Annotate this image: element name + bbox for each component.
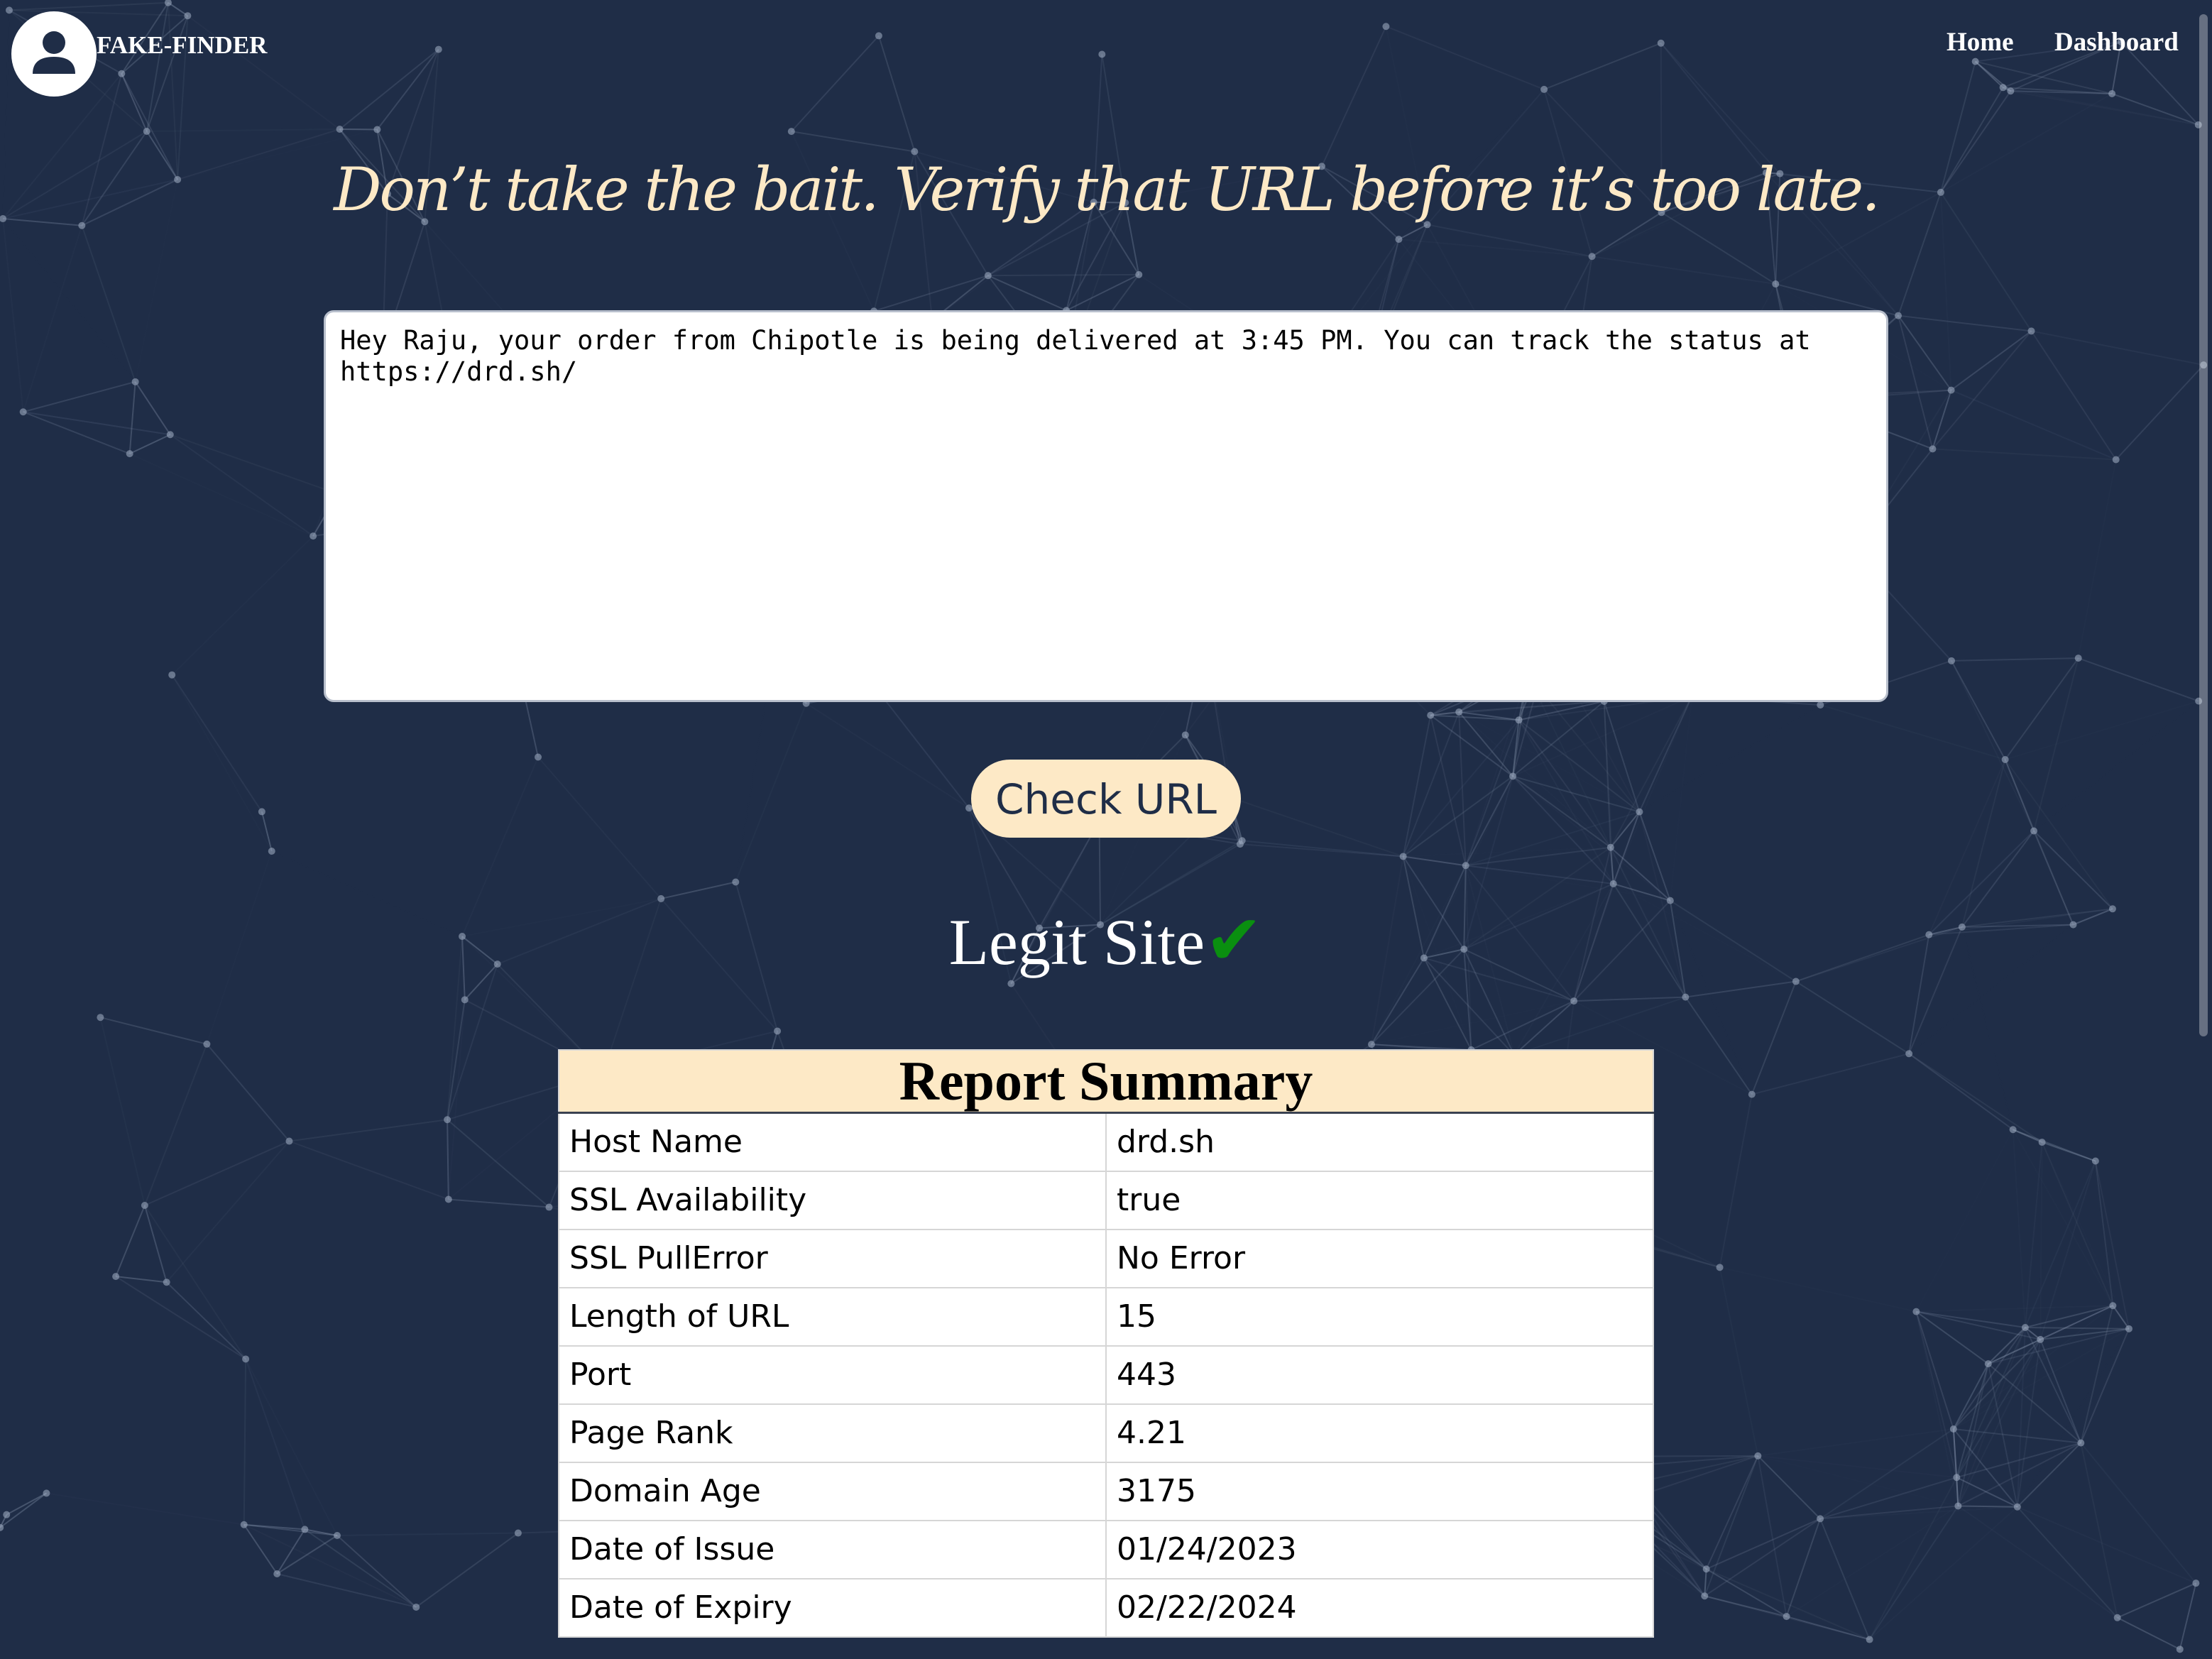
report-summary-table: Report Summary Host Name drd.sh SSL Avai… [558,1049,1654,1638]
row-value: 15 [1105,1286,1654,1347]
page-headline: Don’t take the bait. Verify that URL bef… [334,155,1880,224]
row-value: 4.21 [1105,1403,1654,1463]
table-row: SSL PullError No Error [558,1228,1654,1288]
row-value: drd.sh [1105,1112,1654,1172]
table-row: Date of Expiry 02/22/2024 [558,1577,1654,1638]
verdict: Legit Site✔ [0,900,2212,981]
row-value: No Error [1105,1228,1654,1288]
report-title: Report Summary [558,1049,1654,1114]
row-label: SSL Availability [558,1170,1107,1230]
row-label: Domain Age [558,1461,1107,1521]
row-label: Page Rank [558,1403,1107,1463]
row-value: 01/24/2023 [1105,1519,1654,1579]
row-label: Host Name [558,1112,1107,1172]
table-row: Length of URL 15 [558,1286,1654,1347]
check-url-button[interactable]: Check URL [971,760,1241,838]
nav-home-link[interactable]: Home [1947,27,2014,58]
verdict-text: Legit Site [948,906,1205,978]
row-value: 02/22/2024 [1105,1577,1654,1638]
row-value: 443 [1105,1345,1654,1405]
table-row: Port 443 [558,1345,1654,1405]
row-label: Date of Expiry [558,1577,1107,1638]
row-value: true [1105,1170,1654,1230]
row-label: Date of Issue [558,1519,1107,1579]
row-label: SSL PullError [558,1228,1107,1288]
table-row: Domain Age 3175 [558,1461,1654,1521]
message-input[interactable]: Hey Raju, your order from Chipotle is be… [324,310,1888,702]
table-row: Date of Issue 01/24/2023 [558,1519,1654,1579]
checkmark-icon: ✔ [1205,900,1264,981]
row-label: Length of URL [558,1286,1107,1347]
row-value: 3175 [1105,1461,1654,1521]
table-row: Page Rank 4.21 [558,1403,1654,1463]
row-label: Port [558,1345,1107,1405]
table-row: SSL Availability true [558,1170,1654,1230]
user-avatar-icon[interactable] [11,11,97,97]
brand-name: FAKE-FINDER [97,31,268,59]
nav-dashboard-link[interactable]: Dashboard [2054,27,2179,58]
table-row: Host Name drd.sh [558,1112,1654,1172]
